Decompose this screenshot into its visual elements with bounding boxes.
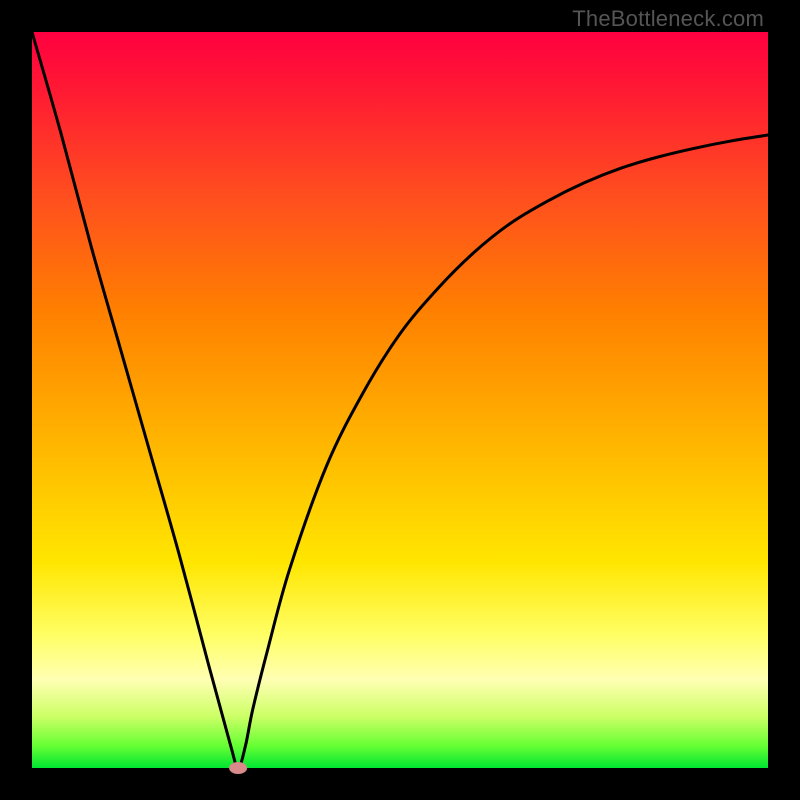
chart-frame: TheBottleneck.com <box>0 0 800 800</box>
bottleneck-curve <box>32 32 768 768</box>
minimum-marker <box>229 762 247 774</box>
plot-area <box>32 32 768 768</box>
watermark-text: TheBottleneck.com <box>572 6 764 32</box>
curve-svg <box>32 32 768 768</box>
